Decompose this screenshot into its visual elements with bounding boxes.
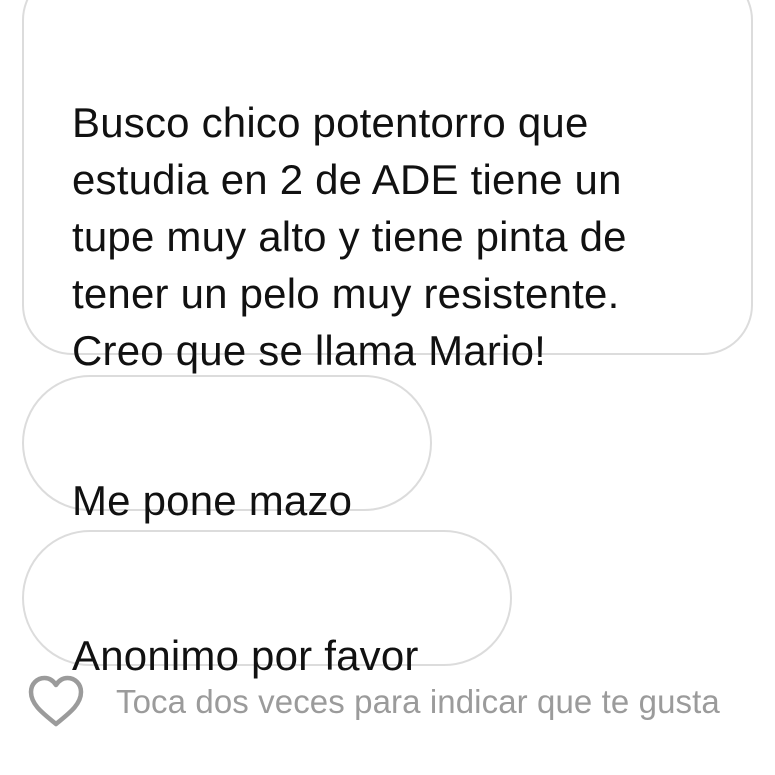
message-text: Me pone mazo: [72, 477, 353, 524]
message-bubble-3[interactable]: Anonimo por favor: [22, 530, 512, 679]
message-text: Busco chico potentorro que estudia en 2 …: [72, 99, 627, 374]
like-bar: Toca dos veces para indicar que te gusta: [26, 672, 720, 732]
heart-icon[interactable]: [26, 674, 86, 730]
message-bubble-2[interactable]: Me pone mazo: [22, 375, 432, 524]
message-bubble-1[interactable]: Busco chico potentorro que estudia en 2 …: [22, 0, 753, 374]
like-hint-text: Toca dos veces para indicar que te gusta: [116, 683, 720, 720]
